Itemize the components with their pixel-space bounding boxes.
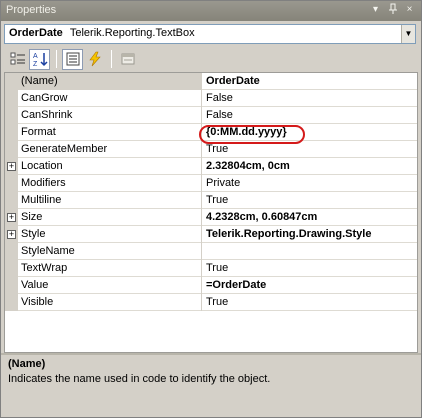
format-highlight-circle — [199, 125, 305, 144]
categorized-view-icon — [10, 52, 25, 65]
row-gutter — [5, 90, 18, 107]
property-name[interactable]: (Name) — [18, 73, 202, 90]
property-row[interactable]: Visible True — [5, 294, 417, 311]
properties-window: Properties ▾ × OrderDate Telerik.Reporti… — [0, 0, 422, 418]
toolbar-separator — [56, 50, 57, 68]
categorized-view-button[interactable] — [7, 49, 28, 70]
property-value[interactable] — [203, 243, 417, 260]
property-value[interactable]: 4.2328cm, 0.60847cm — [203, 209, 417, 226]
property-row[interactable]: Value =OrderDate — [5, 277, 417, 294]
row-gutter — [5, 277, 18, 294]
property-name[interactable]: TextWrap — [18, 260, 202, 277]
property-row[interactable]: + Size 4.2328cm, 0.60847cm — [5, 209, 417, 226]
property-value[interactable]: Private — [203, 175, 417, 192]
property-value[interactable]: OrderDate — [203, 73, 417, 90]
properties-icon — [66, 52, 79, 66]
chevron-down-icon[interactable]: ▼ — [401, 25, 415, 43]
alphabetical-sort-icon: A Z — [33, 53, 48, 67]
row-gutter — [5, 107, 18, 124]
property-name[interactable]: GenerateMember — [18, 141, 202, 158]
property-name[interactable]: CanGrow — [18, 90, 202, 107]
property-value[interactable]: True — [203, 294, 417, 311]
row-gutter: + — [5, 158, 18, 175]
row-gutter — [5, 260, 18, 277]
row-gutter — [5, 73, 18, 90]
row-gutter — [5, 124, 18, 141]
row-gutter — [5, 243, 18, 260]
property-name[interactable]: Value — [18, 277, 202, 294]
description-text: Indicates the name used in code to ident… — [8, 373, 271, 385]
events-button[interactable] — [84, 49, 105, 70]
row-gutter: + — [5, 226, 18, 243]
toolbar-separator — [111, 50, 112, 68]
object-type: Telerik.Reporting.TextBox — [69, 27, 195, 39]
object-selector[interactable]: OrderDate Telerik.Reporting.TextBox ▼ — [4, 24, 416, 44]
property-row[interactable]: CanGrow False — [5, 90, 417, 107]
expand-plus-icon[interactable]: + — [7, 213, 16, 222]
property-name[interactable]: Modifiers — [18, 175, 202, 192]
property-name[interactable]: Format — [18, 124, 202, 141]
description-pane: (Name) Indicates the name used in code t… — [4, 355, 418, 415]
property-name[interactable]: Multiline — [18, 192, 202, 209]
expand-plus-icon[interactable]: + — [7, 162, 16, 171]
property-row[interactable]: TextWrap True — [5, 260, 417, 277]
property-pages-icon — [121, 53, 134, 65]
title-controls: ▾ × — [369, 3, 416, 17]
property-value[interactable]: False — [203, 90, 417, 107]
property-name[interactable]: StyleName — [18, 243, 202, 260]
window-position-dropdown-icon[interactable]: ▾ — [369, 3, 382, 17]
alphabetical-sort-button[interactable]: A Z — [29, 48, 50, 70]
property-value[interactable]: True — [203, 192, 417, 209]
property-name[interactable]: Style — [18, 226, 202, 243]
property-name[interactable]: Size — [18, 209, 202, 226]
property-row[interactable]: StyleName — [5, 243, 417, 260]
property-row[interactable]: Multiline True — [5, 192, 417, 209]
property-row[interactable]: + Style Telerik.Reporting.Drawing.Style — [5, 226, 417, 243]
property-row[interactable]: (Name) OrderDate — [5, 73, 417, 90]
expand-plus-icon[interactable]: + — [7, 230, 16, 239]
row-gutter — [5, 294, 18, 311]
window-title: Properties — [6, 4, 57, 16]
property-row[interactable]: CanShrink False — [5, 107, 417, 124]
property-name[interactable]: Location — [18, 158, 202, 175]
title-bar[interactable]: Properties ▾ × — [1, 1, 421, 21]
auto-hide-pin-icon[interactable] — [386, 3, 399, 17]
row-gutter — [5, 175, 18, 192]
property-value[interactable]: =OrderDate — [203, 277, 417, 294]
property-value[interactable]: Telerik.Reporting.Drawing.Style — [203, 226, 417, 243]
property-row[interactable]: + Location 2.32804cm, 0cm — [5, 158, 417, 175]
property-value[interactable]: 2.32804cm, 0cm — [203, 158, 417, 175]
property-pages-button[interactable] — [117, 49, 138, 70]
svg-text:Z: Z — [33, 61, 38, 67]
pin-icon — [388, 3, 397, 14]
row-gutter — [5, 192, 18, 209]
property-row[interactable]: Modifiers Private — [5, 175, 417, 192]
properties-button[interactable] — [62, 48, 83, 70]
property-value[interactable]: True — [203, 260, 417, 277]
close-icon[interactable]: × — [403, 3, 416, 17]
row-gutter — [5, 141, 18, 158]
property-name[interactable]: CanShrink — [18, 107, 202, 124]
row-gutter: + — [5, 209, 18, 226]
object-name: OrderDate — [9, 27, 63, 39]
events-lightning-icon — [88, 51, 101, 67]
property-name[interactable]: Visible — [18, 294, 202, 311]
description-title: (Name) — [8, 358, 46, 370]
property-value[interactable]: False — [203, 107, 417, 124]
svg-text:A: A — [33, 53, 38, 60]
property-grid: (Name) OrderDate CanGrow False CanShrink Fals… — [4, 72, 418, 353]
toolbar: A Z — [4, 47, 418, 71]
